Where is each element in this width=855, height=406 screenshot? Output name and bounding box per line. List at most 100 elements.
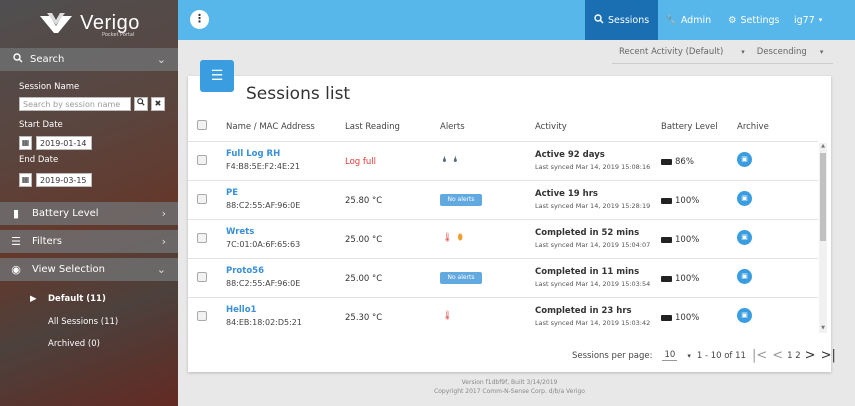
session-name-cell: Wrets 7C:01:0A:6F:65:63 (226, 227, 300, 249)
view-selection-section[interactable]: ◉ View Selection ⌄ (0, 258, 178, 281)
session-search-row: Search by session name ✖ (19, 97, 165, 111)
session-name-link[interactable]: Wrets (226, 227, 300, 237)
activity-cell: Completed in 11 mins Last synced Mar 14,… (535, 267, 650, 288)
column-header-battery[interactable]: Battery Level (661, 122, 718, 132)
row-divider (188, 258, 818, 259)
select-all-checkbox[interactable] (197, 120, 207, 130)
archive-button[interactable]: ▣ (737, 230, 752, 245)
sort-bar: Recent Activity (Default) ▾ Descending ▾ (612, 40, 833, 64)
chevron-right-icon: › (161, 207, 166, 220)
mac-address: 7C:01:0A:6F:65:63 (226, 240, 301, 249)
search-section-label: Search (30, 54, 65, 65)
archive-button[interactable]: ▣ (737, 191, 752, 206)
row-divider (188, 180, 818, 181)
page-numbers[interactable]: 1 2 (787, 351, 801, 361)
caret-down-icon: ▾ (687, 351, 691, 360)
chevron-down-icon: ⌄ (156, 263, 166, 276)
scrollbar-thumb[interactable] (820, 153, 826, 241)
archive-button[interactable]: ▣ (737, 308, 752, 323)
start-date-row: ▦ 2019-01-14 (19, 136, 92, 150)
mac-address: 84:EB:18:02:D5:21 (226, 318, 302, 327)
battery-icon (661, 159, 672, 165)
more-menu-button[interactable]: ⋮ (190, 10, 209, 29)
activity-status: Completed in 23 hrs (535, 306, 632, 316)
view-item-label: Default (11) (48, 294, 106, 304)
battery-icon (661, 276, 672, 282)
calendar-icon[interactable]: ▦ (19, 136, 32, 150)
battery-level-label: Battery Level (32, 208, 99, 219)
archive-button[interactable]: ▣ (737, 152, 752, 167)
header-divider (188, 141, 818, 142)
chevron-right-icon: › (161, 235, 166, 248)
next-page-icon[interactable]: > (805, 348, 816, 363)
filter-icon: ☰ (11, 235, 21, 248)
search-button[interactable] (134, 97, 148, 111)
battery-cell: 100% (661, 235, 699, 245)
session-name-cell: Proto56 88:C2:55:AF:96:0E (226, 266, 300, 288)
end-date-input[interactable]: 2019-03-15 (36, 173, 92, 187)
table-scrollbar[interactable]: ▲ ▼ (819, 143, 827, 333)
archive-button[interactable]: ▣ (737, 269, 752, 284)
session-name-link[interactable]: Hello1 (226, 305, 302, 315)
battery-cell: 100% (661, 196, 699, 206)
scroll-down-icon[interactable]: ▼ (819, 325, 827, 333)
scroll-up-icon[interactable]: ▲ (819, 143, 827, 151)
alert-icons: 🌢 🌢 (442, 155, 458, 165)
start-date-label: Start Date (19, 120, 63, 130)
filters-section[interactable]: ☰ Filters › (0, 230, 178, 253)
filters-label: Filters (32, 236, 62, 247)
battery-value: 100% (675, 235, 700, 245)
battery-value: 100% (675, 313, 700, 323)
session-name-cell: PE 88:C2:55:AF:96:0E (226, 188, 300, 210)
session-name-link[interactable]: Proto56 (226, 266, 300, 276)
session-name-cell: Full Log RH F4:B8:5E:F2:4E:21 (226, 149, 300, 171)
row-checkbox[interactable] (197, 272, 207, 282)
column-header-archive[interactable]: Archive (737, 122, 769, 132)
row-checkbox[interactable] (197, 155, 207, 165)
column-header-alerts[interactable]: Alerts (440, 122, 465, 132)
column-header-name[interactable]: Name / MAC Address (226, 122, 315, 132)
battery-icon (661, 198, 672, 204)
activity-cell: Active 92 days Last synced Mar 14, 2019 … (535, 150, 650, 171)
last-reading: 25.80 °C (345, 196, 383, 206)
first-page-icon[interactable]: |< (752, 348, 767, 363)
last-synced: Last synced Mar 14, 2019 15:03:42 (535, 319, 651, 327)
row-checkbox[interactable] (197, 311, 207, 321)
battery-level-section[interactable]: ▮ Battery Level › (0, 202, 178, 225)
sort-order-select[interactable]: Descending (757, 47, 807, 57)
row-checkbox[interactable] (197, 233, 207, 243)
last-page-icon[interactable]: >| (821, 348, 836, 363)
nav-admin[interactable]: 🔧 Admin (656, 0, 720, 40)
session-name-link[interactable]: PE (226, 188, 300, 198)
last-synced: Last synced Mar 14, 2019 15:28:19 (535, 202, 651, 210)
mac-address: F4:B8:5E:F2:4E:21 (226, 162, 300, 171)
nav-sessions[interactable]: Sessions (585, 0, 659, 40)
pagination: Sessions per page: 10 ▾ 1 - 10 of 11 |< … (572, 348, 836, 363)
last-reading: Log full (345, 157, 376, 167)
search-icon (594, 13, 604, 27)
battery-icon (661, 237, 672, 243)
start-date-input[interactable]: 2019-01-14 (36, 136, 92, 150)
per-page-select[interactable]: 10 (662, 350, 678, 361)
row-divider (188, 297, 818, 298)
row-checkbox[interactable] (197, 194, 207, 204)
sessions-card (188, 76, 831, 372)
caret-down-icon: ▾ (819, 47, 824, 56)
battery-icon: ▮ (12, 207, 20, 220)
column-header-last-reading[interactable]: Last Reading (345, 122, 400, 132)
nav-settings[interactable]: ⚙ Settings (719, 0, 789, 40)
wrench-icon: 🔧 (665, 14, 677, 26)
session-name-link[interactable]: Full Log RH (226, 149, 300, 159)
mac-address: 88:C2:55:AF:96:0E (226, 279, 301, 288)
search-section-header[interactable]: Search ⌄ (0, 48, 178, 71)
session-search-input[interactable]: Search by session name (19, 97, 131, 111)
calendar-icon[interactable]: ▦ (19, 173, 32, 187)
thermometer-alert-icon: 🌡 (442, 233, 453, 243)
last-reading: 25.30 °C (345, 313, 383, 323)
prev-page-icon[interactable]: < (772, 348, 783, 363)
sort-field-select[interactable]: Recent Activity (Default) (619, 47, 723, 57)
clear-search-button[interactable]: ✖ (151, 97, 165, 111)
user-menu[interactable]: ig77 ▾ (785, 0, 831, 40)
column-header-activity[interactable]: Activity (535, 122, 567, 132)
activity-cell: Completed in 23 hrs Last synced Mar 14, … (535, 306, 650, 327)
